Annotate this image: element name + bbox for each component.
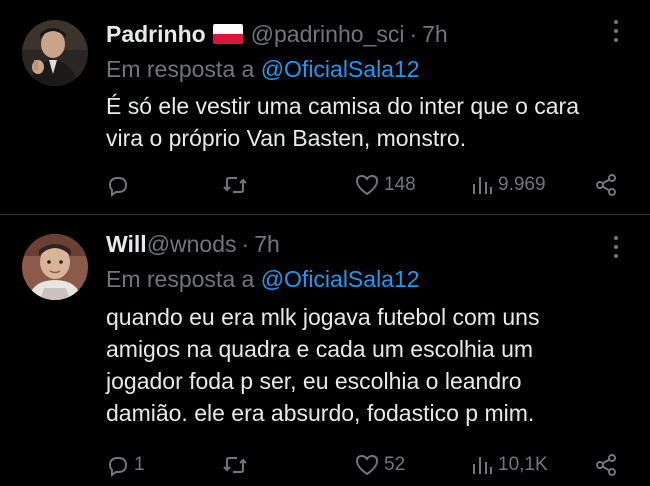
like-count: 52	[384, 454, 406, 475]
views-icon	[473, 457, 492, 474]
tweet-text-line: quando eu era mlk jogava futebol com uns	[106, 304, 540, 330]
share-button[interactable]	[594, 450, 618, 480]
timestamp[interactable]: 7h	[254, 230, 280, 258]
display-name[interactable]: Will	[106, 230, 147, 258]
views-button[interactable]: 10,1K	[470, 450, 548, 480]
separator: ·	[241, 231, 250, 257]
retweet-button[interactable]	[222, 450, 252, 480]
retweet-icon	[223, 457, 247, 473]
tweet-header: Will @wnods · 7h	[106, 230, 280, 258]
reply-prefix: Em resposta a	[106, 266, 255, 292]
more-icon[interactable]	[606, 236, 626, 258]
reply-count: 1	[134, 454, 145, 475]
tweet-text-line: damião. ele era absurdo, fodastico p mim…	[106, 400, 535, 426]
reply-mention-link[interactable]: @OficialSala12	[261, 266, 420, 292]
tweet[interactable]: Will @wnods · 7h Em resposta a @OficialS…	[0, 0, 650, 486]
view-count: 10,1K	[498, 454, 548, 475]
avatar[interactable]	[22, 234, 88, 300]
reply-context: Em resposta a @OficialSala12	[106, 265, 420, 293]
share-icon	[596, 454, 616, 476]
user-handle[interactable]: @wnods	[147, 230, 237, 258]
reply-icon	[108, 456, 128, 477]
action-bar: 1 52 10,1K	[106, 450, 626, 480]
heart-icon	[355, 454, 379, 476]
tweet-text-line: jogador foda p ser, eu escolhia o leandr…	[106, 368, 522, 394]
reply-button[interactable]: 1	[106, 450, 145, 480]
like-button[interactable]: 52	[354, 450, 405, 480]
tweet-text: quando eu era mlk jogava futebol com uns…	[106, 301, 626, 429]
tweet-text-line: amigos na quadra e cada um escolhia um	[106, 336, 534, 362]
